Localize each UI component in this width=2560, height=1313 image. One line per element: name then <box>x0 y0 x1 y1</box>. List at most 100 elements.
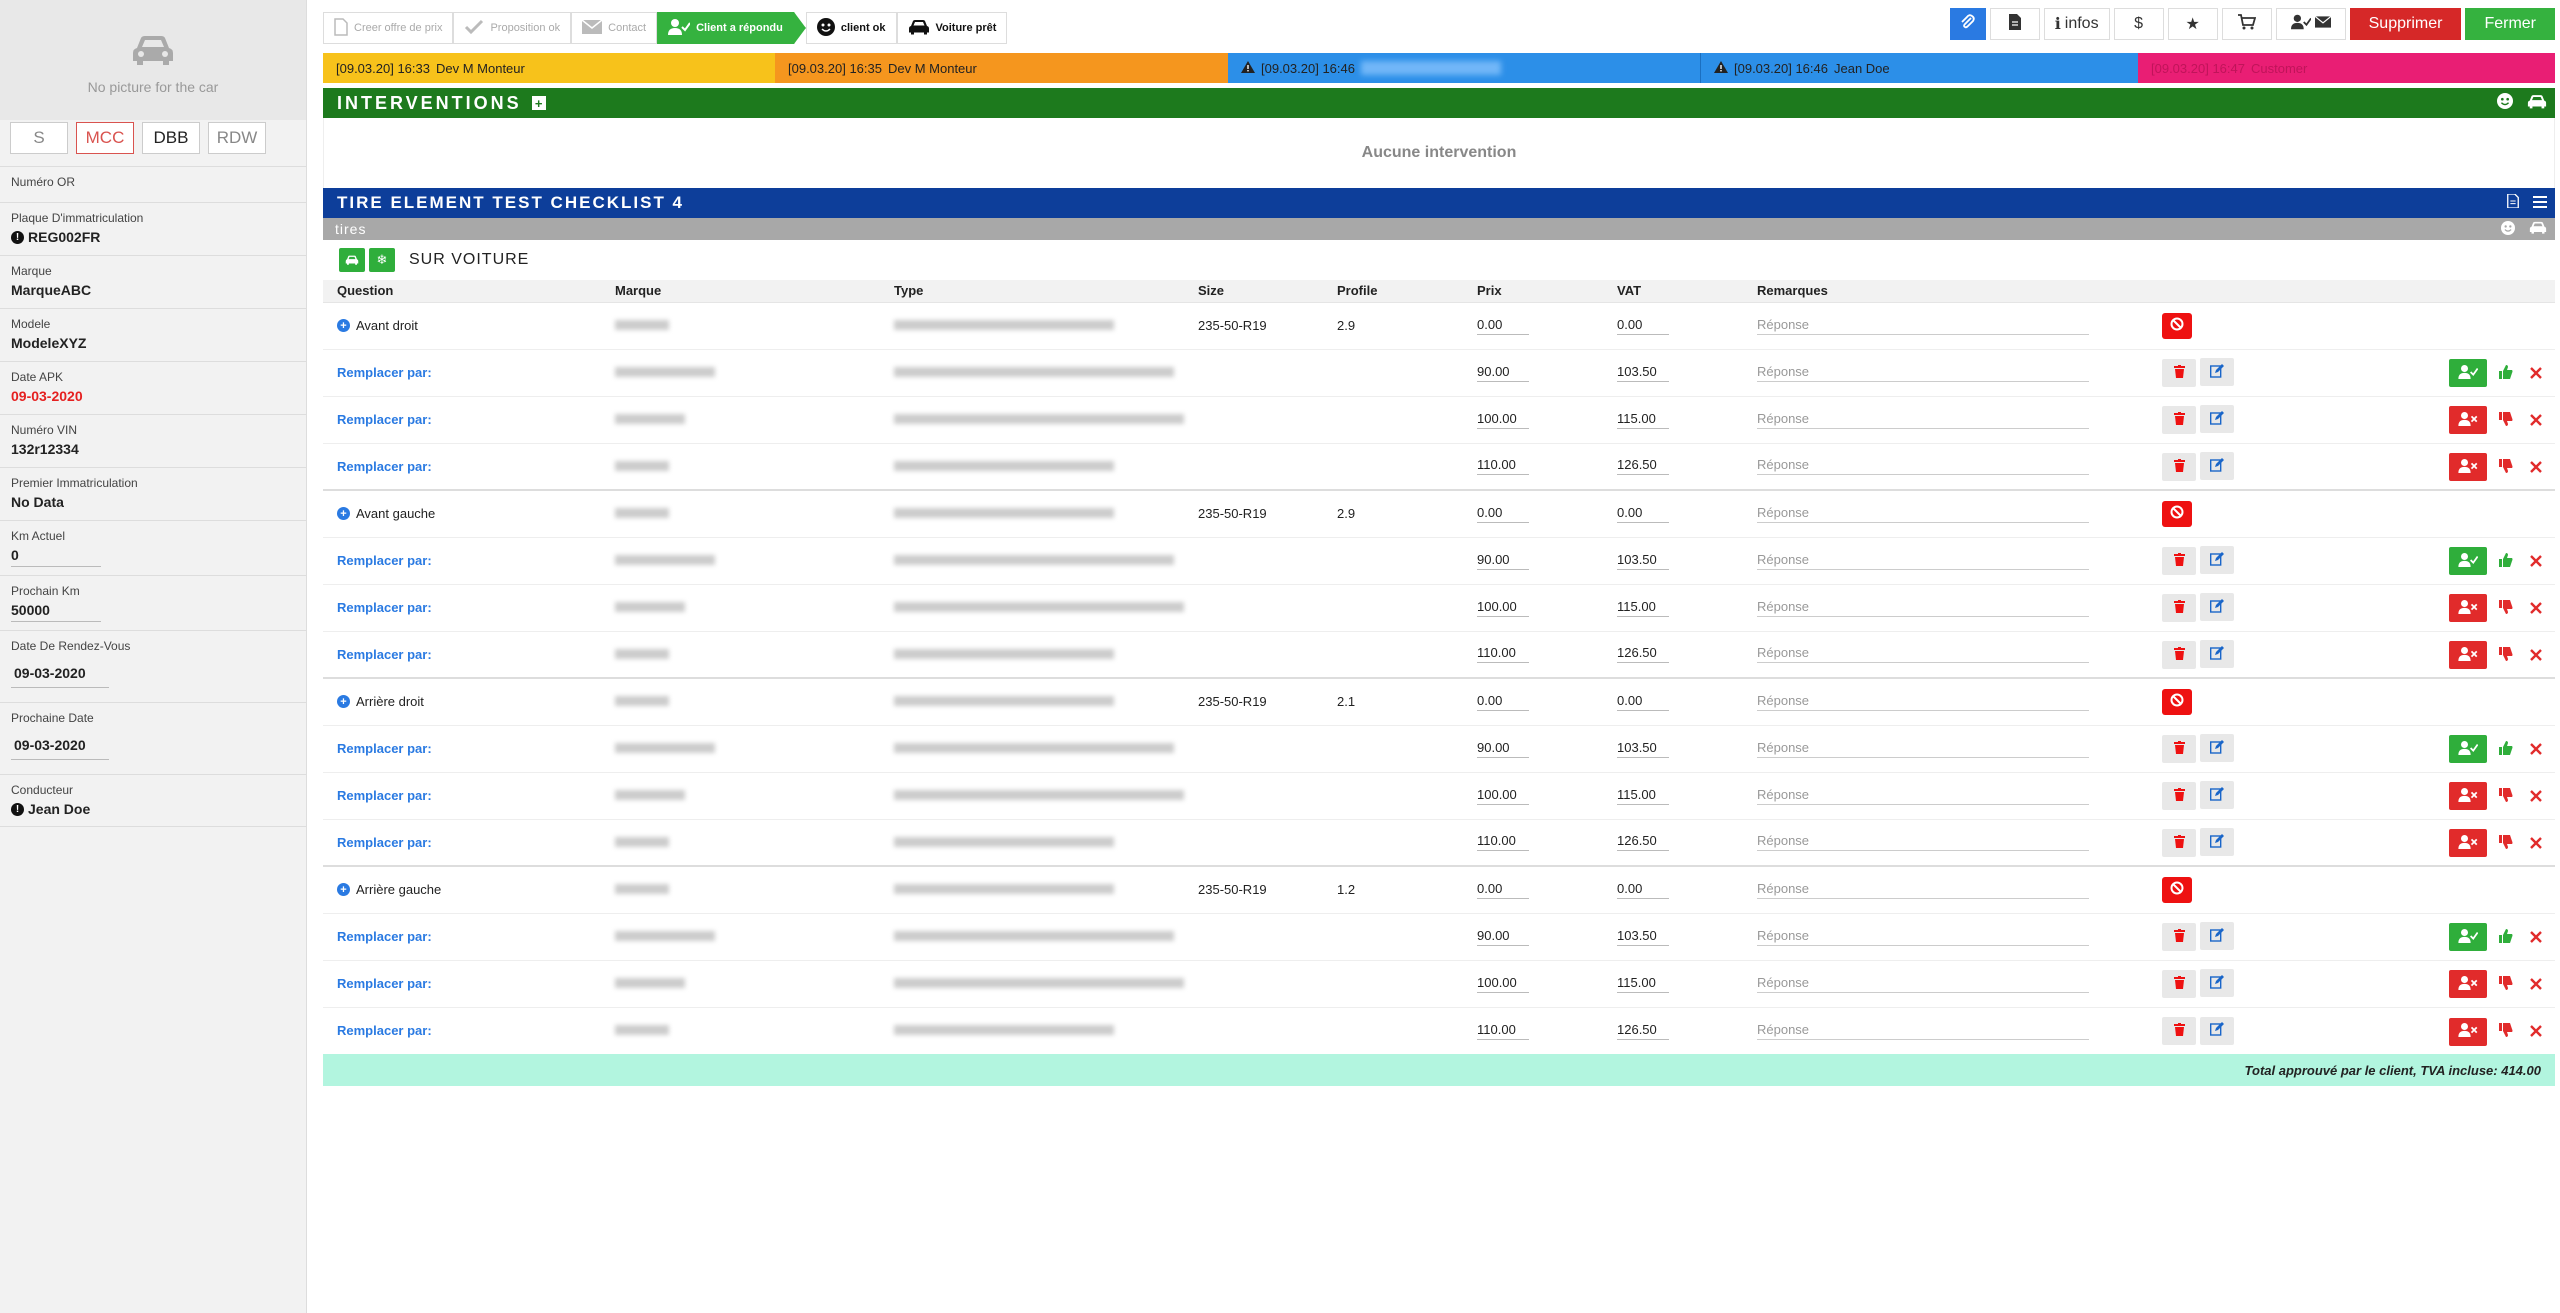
close-icon[interactable] <box>2525 970 2547 998</box>
timeline-event[interactable]: [09.03.20] 16:46 Jean Doe <box>1700 53 2138 83</box>
close-icon[interactable] <box>2525 641 2547 669</box>
client-decision-button[interactable] <box>2449 547 2487 576</box>
vat-input[interactable]: 103.50 <box>1617 552 1669 570</box>
client-decision-button[interactable] <box>2449 406 2487 435</box>
remark-input[interactable]: Réponse <box>1757 317 2089 335</box>
client-decision-button[interactable] <box>2449 1017 2487 1046</box>
remark-input[interactable]: Réponse <box>1757 552 2089 570</box>
step-voiture-pret[interactable]: Voiture prêt <box>896 12 1008 44</box>
delete-option-button[interactable] <box>2162 828 2196 857</box>
replace-by-link[interactable]: Remplacer par: <box>337 553 432 568</box>
close-button[interactable]: Fermer <box>2465 8 2555 40</box>
prochaine-date-input[interactable]: 09-03-2020 <box>11 725 109 760</box>
delete-option-button[interactable] <box>2162 640 2196 669</box>
prix-input[interactable]: 90.00 <box>1477 928 1529 946</box>
replace-by-link[interactable]: Remplacer par: <box>337 647 432 662</box>
delete-option-button[interactable] <box>2162 452 2196 481</box>
tab-dbb[interactable]: DBB <box>142 122 200 154</box>
edit-option-button[interactable] <box>2200 452 2234 480</box>
client-decision-button[interactable] <box>2449 782 2487 811</box>
client-decision-button[interactable] <box>2449 735 2487 764</box>
close-icon[interactable] <box>2525 923 2547 951</box>
edit-option-button[interactable] <box>2200 734 2234 763</box>
edit-option-button[interactable] <box>2200 358 2234 387</box>
thumbs-down-icon[interactable] <box>2487 640 2525 668</box>
menu-icon[interactable] <box>2533 193 2547 213</box>
vat-input[interactable]: 126.50 <box>1617 833 1669 852</box>
smiley-icon[interactable] <box>2497 92 2513 114</box>
vat-input[interactable]: 115.00 <box>1617 599 1669 617</box>
delete-option-button[interactable] <box>2162 922 2196 951</box>
date-rdv-input[interactable]: 09-03-2020 <box>11 653 109 688</box>
edit-option-button[interactable] <box>2200 1016 2234 1045</box>
expand-icon[interactable]: + <box>337 507 350 521</box>
prix-input[interactable]: 90.00 <box>1477 740 1529 758</box>
info-icon[interactable]: ! <box>11 230 24 244</box>
remark-input[interactable]: Réponse <box>1757 740 2089 758</box>
thumbs-up-icon[interactable] <box>2487 734 2525 762</box>
client-decision-button[interactable] <box>2449 923 2487 952</box>
replace-by-link[interactable]: Remplacer par: <box>337 600 432 615</box>
prix-input[interactable]: 110.00 <box>1477 457 1529 476</box>
delete-option-button[interactable] <box>2162 1017 2196 1045</box>
car-toggle-button[interactable] <box>339 248 365 272</box>
prix-input[interactable]: 90.00 <box>1477 552 1529 570</box>
timeline-event[interactable]: [09.03.20] 16:33 Dev M Monteur <box>323 53 775 83</box>
tab-s[interactable]: S <box>10 122 68 154</box>
edit-option-button[interactable] <box>2200 546 2234 575</box>
car-icon[interactable] <box>2529 221 2547 237</box>
prix-input[interactable]: 90.00 <box>1477 364 1529 382</box>
add-intervention-icon[interactable]: + <box>531 96 546 111</box>
prix-input[interactable]: 0.00 <box>1477 693 1529 711</box>
step-client-repondu[interactable]: Client a répondu <box>657 12 806 44</box>
replace-by-link[interactable]: Remplacer par: <box>337 788 432 803</box>
remark-input[interactable]: Réponse <box>1757 645 2089 664</box>
thumbs-down-icon[interactable] <box>2487 969 2525 997</box>
remark-input[interactable]: Réponse <box>1757 787 2089 805</box>
edit-option-button[interactable] <box>2200 640 2234 668</box>
tab-mcc[interactable]: MCC <box>76 122 134 154</box>
remark-input[interactable]: Réponse <box>1757 975 2089 993</box>
replace-by-link[interactable]: Remplacer par: <box>337 929 432 944</box>
not-applicable-button[interactable] <box>2162 312 2192 339</box>
client-decision-button[interactable] <box>2449 453 2487 481</box>
step-client-ok[interactable]: client ok <box>805 12 897 44</box>
timeline-event[interactable]: [09.03.20] 16:47 Customer <box>2138 53 2555 83</box>
infos-button[interactable]: ℹ infos <box>2043 8 2110 40</box>
tab-rdw[interactable]: RDW <box>208 122 266 154</box>
vat-input[interactable]: 0.00 <box>1617 693 1669 711</box>
km-actuel-input[interactable]: 0 <box>11 547 101 567</box>
prix-input[interactable]: 100.00 <box>1477 975 1529 993</box>
edit-option-button[interactable] <box>2200 405 2234 434</box>
close-icon[interactable] <box>2525 829 2547 857</box>
remark-input[interactable]: Réponse <box>1757 928 2089 946</box>
vat-input[interactable]: 0.00 <box>1617 881 1669 899</box>
vat-input[interactable]: 115.00 <box>1617 975 1669 993</box>
prix-input[interactable]: 100.00 <box>1477 787 1529 805</box>
client-decision-button[interactable] <box>2449 641 2487 669</box>
expand-icon[interactable]: + <box>337 319 350 332</box>
cart-button[interactable] <box>2221 8 2272 40</box>
remark-input[interactable]: Réponse <box>1757 693 2089 711</box>
remark-input[interactable]: Réponse <box>1757 881 2089 899</box>
replace-by-link[interactable]: Remplacer par: <box>337 365 432 380</box>
edit-option-button[interactable] <box>2200 922 2234 951</box>
prix-input[interactable]: 0.00 <box>1477 317 1529 335</box>
vat-input[interactable]: 0.00 <box>1617 317 1669 335</box>
thumbs-up-icon[interactable] <box>2487 546 2525 574</box>
remark-input[interactable]: Réponse <box>1757 364 2089 382</box>
edit-option-button[interactable] <box>2200 828 2234 856</box>
thumbs-down-icon[interactable] <box>2487 828 2525 856</box>
vat-input[interactable]: 115.00 <box>1617 411 1669 429</box>
replace-by-link[interactable]: Remplacer par: <box>337 412 432 427</box>
vat-input[interactable]: 103.50 <box>1617 740 1669 758</box>
delete-option-button[interactable] <box>2162 781 2196 810</box>
notify-client-button[interactable] <box>2275 8 2346 40</box>
vat-input[interactable]: 103.50 <box>1617 928 1669 946</box>
prix-input[interactable]: 100.00 <box>1477 411 1529 429</box>
expand-icon[interactable]: + <box>337 695 350 709</box>
not-applicable-button[interactable] <box>2162 688 2192 715</box>
step-proposition-ok[interactable]: Proposition ok <box>453 12 572 44</box>
delete-button[interactable]: Supprimer <box>2349 8 2462 40</box>
close-icon[interactable] <box>2525 782 2547 810</box>
